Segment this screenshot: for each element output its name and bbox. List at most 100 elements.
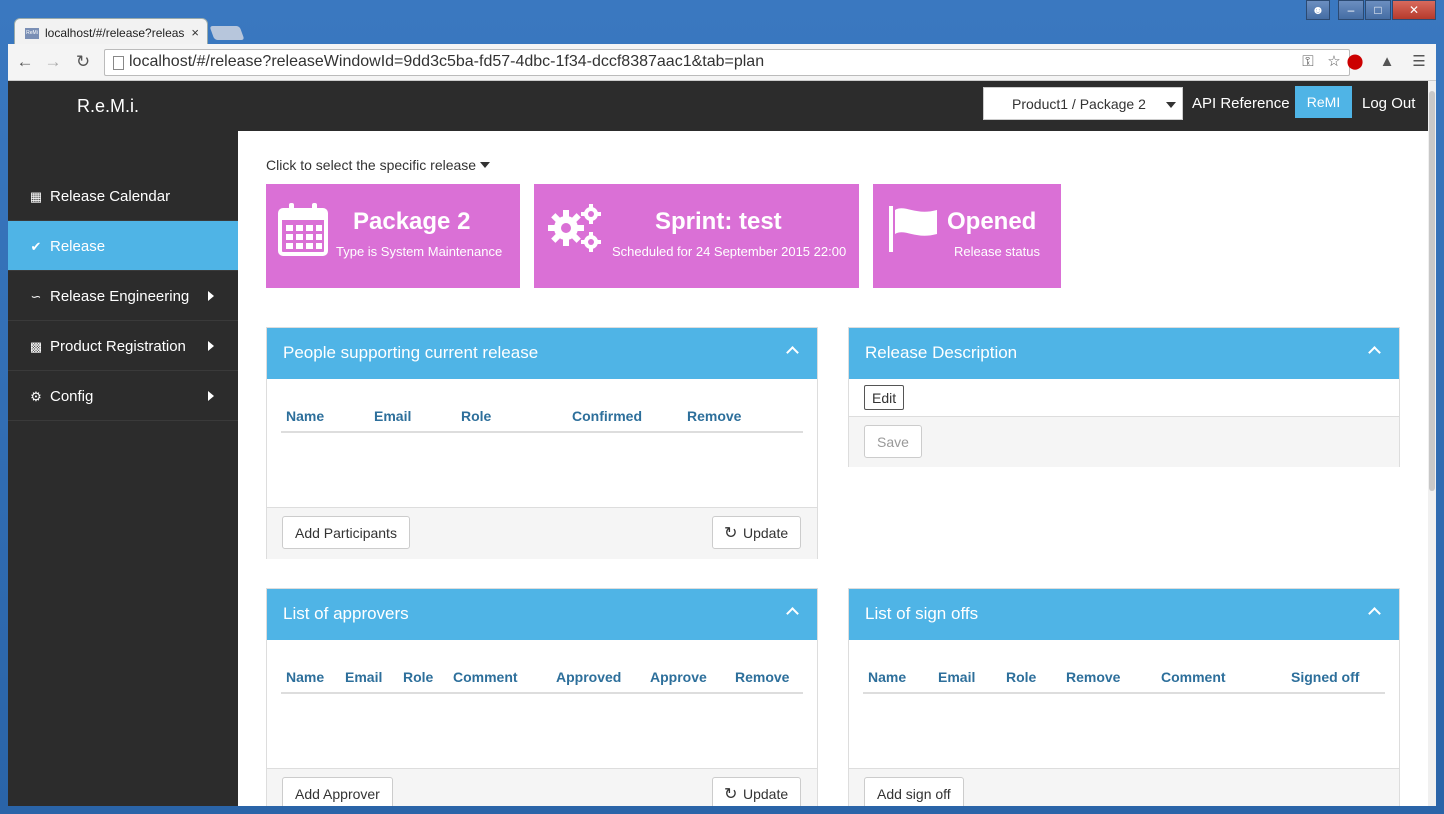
calendar-icon: ▦ — [29, 189, 43, 204]
column-header: Name — [286, 669, 325, 685]
column-header: Comment — [453, 669, 518, 685]
sidebar-item-product-registration[interactable]: ▩ Product Registration — [8, 321, 238, 371]
people-panel-title: People supporting current release — [283, 343, 539, 362]
column-header: Role — [461, 408, 492, 424]
browser-tab[interactable]: ReMi localhost/#/release?releas × — [14, 18, 208, 46]
column-header: Approve — [650, 669, 707, 685]
signoffs-panel-footer: Add sign off — [849, 768, 1399, 806]
release-picker[interactable]: Click to select the specific release — [266, 157, 491, 173]
divider — [281, 692, 803, 694]
chevron-up-icon[interactable] — [786, 346, 799, 359]
column-header: Email — [345, 669, 383, 685]
people-panel-header[interactable]: People supporting current release — [267, 328, 817, 379]
column-header: Signed off — [1291, 669, 1360, 685]
check-icon: ✔ — [30, 239, 42, 254]
sprint-subtitle: Scheduled for 24 September 2015 22:00 — [612, 244, 847, 259]
forward-icon[interactable]: → — [42, 52, 64, 72]
edit-description-button[interactable]: Edit — [864, 385, 905, 410]
chevron-up-icon[interactable] — [786, 607, 799, 620]
chevron-down-icon — [1166, 102, 1176, 108]
brand-logo[interactable]: R.e.M.i. — [77, 96, 139, 117]
angular-extension-icon[interactable]: ▲ — [1378, 53, 1396, 71]
column-header: Remove — [687, 408, 742, 424]
sidebar-item-release-calendar[interactable]: ▦ Release Calendar — [8, 171, 238, 221]
address-bar[interactable]: localhost/#/release?releaseWindowId=9dd3… — [104, 49, 1350, 76]
add-sign-off-button[interactable]: Add sign off — [864, 777, 964, 806]
column-header: Name — [286, 408, 325, 424]
approvers-panel-footer: Add Approver ↻ Update — [267, 768, 817, 806]
stop-extension-icon[interactable]: ⬤ — [1346, 53, 1364, 71]
back-icon[interactable]: ← — [14, 52, 36, 72]
minimize-button[interactable]: – — [1338, 0, 1364, 20]
sidebar-item-label: Release — [50, 238, 106, 255]
description-panel-header[interactable]: Release Description — [849, 328, 1399, 379]
user-icon[interactable]: ☻ — [1306, 0, 1330, 20]
update-participants-button[interactable]: ↻ Update — [712, 516, 802, 549]
status-title: Opened — [947, 208, 1037, 235]
approvers-panel: List of approvers Name Email Role Commen… — [266, 588, 818, 806]
refresh-icon: ↻ — [724, 786, 738, 803]
scrollbar[interactable] — [1428, 81, 1436, 806]
approvers-panel-header[interactable]: List of approvers — [267, 589, 817, 640]
sprint-tile: Sprint: test Scheduled for 24 September … — [534, 184, 859, 288]
column-header: Comment — [1161, 669, 1226, 685]
sidebar-item-label: Config — [50, 388, 94, 405]
close-window-button[interactable]: ✕ — [1392, 0, 1436, 20]
gears-icon — [548, 204, 601, 252]
browser-window: ReMi localhost/#/release?releas × ☻ – □ … — [0, 0, 1444, 814]
people-panel-footer: Add Participants ↻ Update — [267, 507, 817, 559]
maximize-button[interactable]: □ — [1365, 0, 1391, 20]
menu-icon[interactable]: ☰ — [1410, 53, 1428, 71]
column-header: Name — [868, 669, 907, 685]
add-participants-button[interactable]: Add Participants — [282, 516, 410, 549]
column-header: Role — [403, 669, 434, 685]
title-bar: ReMi localhost/#/release?releas × ☻ – □ … — [0, 0, 1444, 46]
signoffs-panel-title: List of sign offs — [865, 604, 979, 623]
tab-close-icon[interactable]: × — [191, 25, 199, 40]
sidebar-item-release-engineering[interactable]: ∽ Release Engineering — [8, 271, 238, 321]
tab-title: localhost/#/release?releas — [45, 26, 185, 40]
sidebar-item-config[interactable]: ⚙ Config — [8, 371, 238, 421]
caret-down-icon — [480, 162, 491, 168]
column-header: Confirmed — [572, 408, 642, 424]
chevron-up-icon[interactable] — [1368, 346, 1381, 359]
product-selector[interactable]: Product1 / Package 2 — [983, 87, 1183, 120]
url-text: localhost/#/release?releaseWindowId=9dd3… — [129, 53, 765, 70]
sprint-title: Sprint: test — [655, 208, 782, 235]
chevron-up-icon[interactable] — [1368, 607, 1381, 620]
browser-toolbar: ← → ↻ localhost/#/release?releaseWindowI… — [8, 44, 1436, 81]
puzzle-icon: ▩ — [29, 339, 43, 354]
sidebar-item-release[interactable]: ✔ Release — [8, 221, 238, 271]
description-panel-footer: Save — [849, 416, 1399, 467]
sidebar-item-label: Release Calendar — [50, 188, 171, 205]
reload-icon[interactable]: ↻ — [72, 52, 94, 72]
chevron-right-icon — [208, 341, 214, 351]
column-header: Email — [938, 669, 976, 685]
description-panel: Release Description Edit Save — [848, 327, 1400, 467]
signoffs-panel-header[interactable]: List of sign offs — [849, 589, 1399, 640]
approvers-panel-title: List of approvers — [283, 604, 409, 623]
column-header: Remove — [1066, 669, 1121, 685]
update-label: Update — [743, 786, 789, 802]
description-panel-title: Release Description — [865, 343, 1018, 362]
column-header: Role — [1006, 669, 1037, 685]
star-icon[interactable]: ☆ — [1325, 53, 1343, 71]
scrollbar-thumb[interactable] — [1429, 91, 1435, 491]
add-approver-button[interactable]: Add Approver — [282, 777, 393, 806]
signoffs-panel: List of sign offs Name Email Role Remove… — [848, 588, 1400, 806]
update-approvers-button[interactable]: ↻ Update — [712, 777, 802, 806]
update-label: Update — [743, 525, 789, 541]
calendar-icon — [278, 203, 328, 256]
key-icon[interactable]: ⚿ — [1299, 53, 1317, 71]
refresh-icon: ↻ — [724, 525, 738, 542]
column-header: Approved — [556, 669, 622, 685]
api-reference-link[interactable]: API Reference — [1192, 95, 1290, 112]
logout-link[interactable]: Log Out — [1362, 95, 1415, 112]
chart-icon: ∽ — [30, 289, 42, 304]
sidebar: ▦ Release Calendar ✔ Release ∽ Release Engi… — [8, 131, 238, 806]
new-tab-button[interactable] — [209, 26, 245, 40]
save-description-button[interactable]: Save — [864, 425, 922, 458]
remi-button[interactable]: ReMI — [1295, 86, 1352, 118]
flag-icon — [889, 206, 937, 252]
column-header: Email — [374, 408, 412, 424]
